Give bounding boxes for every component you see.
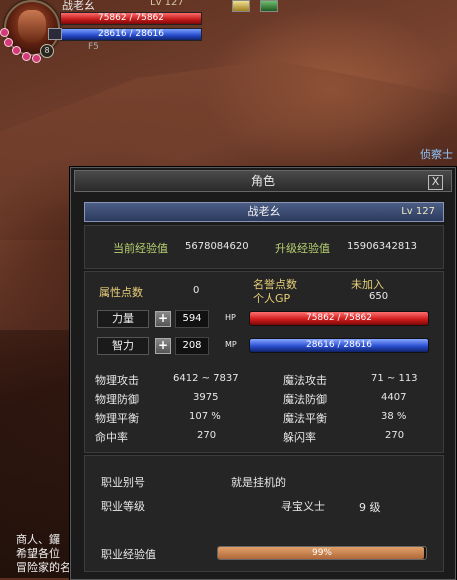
player-hud: 8 战老幺 Lv 127 75862 / 75862 28616 / 28616… [0, 0, 210, 63]
hud-mp-bar: 28616 / 28616 [60, 28, 202, 41]
job-alias-value: 就是挂机的 [231, 476, 286, 489]
phys-atk-label: 物理攻击 [95, 374, 139, 387]
stat-value: 594 [175, 310, 209, 328]
phys-def-value: 3975 [193, 392, 219, 403]
mp-bar: 28616 / 28616 [249, 338, 429, 353]
attr-points-label: 属性点数 [99, 286, 143, 299]
experience-panel: 当前经验值 5678084620 升级经验值 15906342813 [84, 225, 444, 269]
hud-hp-bar: 75862 / 75862 [60, 12, 202, 25]
mag-bal-value: 38 % [381, 411, 407, 422]
job-level-label: 职业等级 [101, 500, 145, 513]
npc-name-label[interactable]: 侦察士 [420, 146, 453, 162]
buff-gem-icon [32, 54, 41, 63]
hp-bar: 75862 / 75862 [249, 311, 429, 326]
stat-value: 208 [175, 337, 209, 355]
stat-row-intelligence: 智力 + 208 MP 28616 / 28616 [93, 336, 435, 356]
personal-gp-value: 650 [369, 291, 389, 302]
personal-gp-label: 个人GP [253, 292, 291, 305]
mag-def-value: 4407 [381, 392, 407, 403]
character-level: Lv 127 [401, 206, 435, 217]
job-exp-text: 99% [311, 548, 332, 558]
job-class-value: 寻宝义士 [281, 500, 325, 513]
current-exp-label: 当前经验值 [113, 242, 168, 255]
scroll-icon[interactable] [232, 0, 250, 12]
mp-tag: MP [225, 340, 237, 349]
job-level-value: 9 级 [359, 501, 381, 514]
mag-atk-value: 71 ~ 113 [371, 373, 418, 384]
hit-rate-label: 命中率 [95, 431, 128, 444]
dodge-rate-value: 270 [385, 430, 405, 441]
character-name: 战老幺 [247, 205, 281, 218]
portrait-face [18, 10, 46, 42]
close-button[interactable]: X [428, 175, 443, 190]
job-exp-label: 职业经验值 [101, 548, 156, 561]
character-name-bar: 战老幺 Lv 127 [84, 202, 444, 222]
phys-bal-label: 物理平衡 [95, 412, 139, 425]
buff-gem-icon [12, 46, 21, 55]
current-exp-value: 5678084620 [185, 241, 249, 252]
buff-gem-icon [4, 38, 13, 47]
stat-name: 力量 [97, 310, 149, 328]
dodge-rate-label: 躲闪率 [283, 431, 316, 444]
next-exp-label: 升级经验值 [275, 242, 330, 255]
mag-bal-label: 魔法平衡 [283, 412, 327, 425]
job-alias-label: 职业别号 [101, 476, 145, 489]
portrait-badge: 8 [40, 44, 54, 58]
window-title-bar[interactable]: 角色 X [74, 170, 452, 192]
add-strength-button[interactable]: + [155, 311, 171, 327]
party-icon[interactable] [48, 28, 62, 40]
job-exp-bar: 99% [217, 546, 427, 560]
mag-def-label: 魔法防御 [283, 393, 327, 406]
top-toolbar [232, 0, 284, 15]
phys-def-label: 物理防御 [95, 393, 139, 406]
job-panel: 职业别号 就是挂机的 职业等级 寻宝义士 9 级 职业经验值 99% [84, 455, 444, 572]
window-title: 角色 [250, 174, 275, 188]
hp-tag: HP [225, 313, 236, 322]
stat-name: 智力 [97, 337, 149, 355]
map-icon[interactable] [259, 0, 278, 12]
hit-rate-value: 270 [197, 430, 217, 441]
attr-points-value: 0 [193, 285, 200, 296]
stats-panel: 属性点数 0 名誉点数 未加入 个人GP 650 力量 + 594 HP 758… [84, 271, 444, 453]
character-window: 角色 X 战老幺 Lv 127 当前经验值 5678084620 升级经验值 1… [70, 167, 456, 580]
mag-atk-label: 魔法攻击 [283, 374, 327, 387]
phys-atk-value: 6412 ~ 7837 [173, 373, 239, 384]
hud-floor-label: F5 [88, 42, 99, 52]
add-intelligence-button[interactable]: + [155, 338, 171, 354]
phys-bal-value: 107 % [189, 411, 221, 422]
buff-gem-icon [0, 28, 9, 37]
hud-player-level: Lv 127 [150, 0, 184, 8]
next-exp-value: 15906342813 [347, 241, 417, 252]
buff-gem-icon [22, 52, 31, 61]
stat-row-strength: 力量 + 594 HP 75862 / 75862 [93, 309, 435, 329]
fame-points-value: 未加入 [351, 278, 384, 291]
